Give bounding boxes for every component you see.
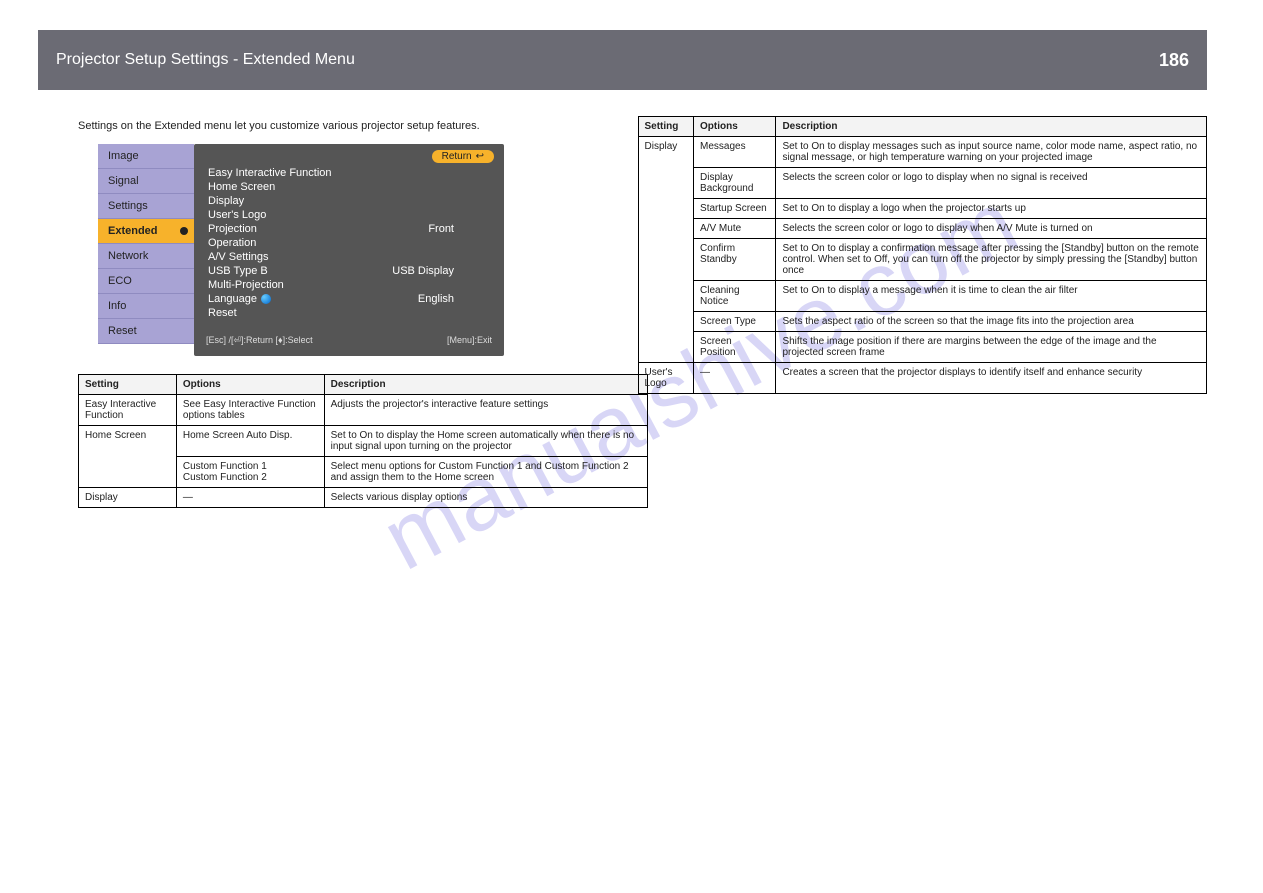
osd-tab-info[interactable]: Info: [98, 294, 194, 319]
cell-setting: Home Screen: [79, 426, 177, 488]
th-setting: Setting: [79, 375, 177, 395]
osd-tab-network[interactable]: Network: [98, 244, 194, 269]
cell-options: —: [176, 488, 324, 508]
th-setting: Setting: [638, 117, 694, 137]
table-row: Display — Selects various display option…: [79, 488, 648, 508]
cell-setting: Easy Interactive Function: [79, 395, 177, 426]
cell-options: —: [694, 363, 776, 394]
table-row: Startup Screen Set to On to display a lo…: [638, 199, 1207, 219]
settings-table-1: Setting Options Description Easy Interac…: [78, 374, 648, 508]
cell-options: See Easy Interactive Function options ta…: [176, 395, 324, 426]
osd-tab-extended[interactable]: Extended: [98, 219, 194, 244]
osd-item[interactable]: USB Type BUSB Display: [208, 264, 494, 278]
cell-desc: Selects various display options: [324, 488, 647, 508]
page-header: Projector Setup Settings - Extended Menu…: [38, 30, 1207, 90]
osd-item[interactable]: Multi-Projection: [208, 278, 494, 292]
osd-item[interactable]: LanguageEnglish: [208, 292, 494, 306]
osd-item[interactable]: A/V Settings: [208, 250, 494, 264]
cell-options: Screen Position: [694, 332, 776, 363]
table-row: Display Background Selects the screen co…: [638, 168, 1207, 199]
cell-options: Confirm Standby: [694, 239, 776, 281]
cell-desc: Adjusts the projector's interactive feat…: [324, 395, 647, 426]
osd-tab-reset[interactable]: Reset: [98, 319, 194, 344]
cell-setting: Display: [79, 488, 177, 508]
cell-setting: Display: [638, 137, 694, 363]
intro-text: Settings on the Extended menu let you cu…: [78, 120, 608, 132]
table-row: Screen Position Shifts the image positio…: [638, 332, 1207, 363]
cell-desc: Selects the screen color or logo to disp…: [776, 219, 1207, 239]
cell-desc: Shifts the image position if there are m…: [776, 332, 1207, 363]
cell-desc: Creates a screen that the projector disp…: [776, 363, 1207, 394]
cell-options: A/V Mute: [694, 219, 776, 239]
osd-tab-settings[interactable]: Settings: [98, 194, 194, 219]
table-row: A/V Mute Selects the screen color or log…: [638, 219, 1207, 239]
osd-hint-left: [Esc] /[⏎]:Return [♦]:Select: [206, 335, 313, 346]
cell-desc: Set to On to display messages such as in…: [776, 137, 1207, 168]
osd-tab-signal[interactable]: Signal: [98, 169, 194, 194]
cell-desc: Selects the screen color or logo to disp…: [776, 168, 1207, 199]
osd-item[interactable]: User's Logo: [208, 208, 494, 222]
cell-setting: User's Logo: [638, 363, 694, 394]
osd-figure: Image Signal Settings Extended Network E…: [98, 144, 608, 356]
osd-panel: Return Easy Interactive Function Home Sc…: [194, 144, 504, 356]
cell-options: Messages: [694, 137, 776, 168]
osd-item[interactable]: ProjectionFront: [208, 222, 494, 236]
osd-tab-eco[interactable]: ECO: [98, 269, 194, 294]
cell-options: Home Screen Auto Disp.: [176, 426, 324, 457]
osd-item[interactable]: Home Screen: [208, 180, 494, 194]
osd-item[interactable]: Display: [208, 194, 494, 208]
osd-tabs: Image Signal Settings Extended Network E…: [98, 144, 194, 356]
cell-desc: Set to On to display a logo when the pro…: [776, 199, 1207, 219]
th-options: Options: [176, 375, 324, 395]
globe-icon: [261, 294, 271, 304]
table-row: Screen Type Sets the aspect ratio of the…: [638, 312, 1207, 332]
cell-options: Cleaning Notice: [694, 281, 776, 312]
table-row: User's Logo — Creates a screen that the …: [638, 363, 1207, 394]
table-row: Display Messages Set to On to display me…: [638, 137, 1207, 168]
osd-list: Easy Interactive Function Home Screen Di…: [208, 166, 494, 320]
cell-options: Screen Type: [694, 312, 776, 332]
settings-table-2: Setting Options Description Display Mess…: [638, 116, 1208, 394]
osd-item[interactable]: Easy Interactive Function: [208, 166, 494, 180]
table-row: Home Screen Home Screen Auto Disp. Set t…: [79, 426, 648, 457]
table-row: Confirm Standby Set to On to display a c…: [638, 239, 1207, 281]
cell-options: Display Background: [694, 168, 776, 199]
th-description: Description: [324, 375, 647, 395]
table-row: Easy Interactive Function See Easy Inter…: [79, 395, 648, 426]
table-row: Cleaning Notice Set to On to display a m…: [638, 281, 1207, 312]
osd-hints: [Esc] /[⏎]:Return [♦]:Select [Menu]:Exit: [206, 335, 492, 346]
cell-options: Custom Function 1 Custom Function 2: [176, 457, 324, 488]
page-title: Projector Setup Settings - Extended Menu: [56, 51, 355, 69]
page-number: 186: [1159, 50, 1189, 71]
th-description: Description: [776, 117, 1207, 137]
cell-desc: Select menu options for Custom Function …: [324, 457, 647, 488]
cell-options: Startup Screen: [694, 199, 776, 219]
cell-desc: Set to On to display a confirmation mess…: [776, 239, 1207, 281]
osd-tab-image[interactable]: Image: [98, 144, 194, 169]
osd-item[interactable]: Reset: [208, 306, 494, 320]
osd-hint-right: [Menu]:Exit: [447, 335, 492, 346]
cell-desc: Sets the aspect ratio of the screen so t…: [776, 312, 1207, 332]
cell-desc: Set to On to display the Home screen aut…: [324, 426, 647, 457]
cell-desc: Set to On to display a message when it i…: [776, 281, 1207, 312]
osd-return-button[interactable]: Return: [432, 150, 494, 163]
th-options: Options: [694, 117, 776, 137]
osd-item[interactable]: Operation: [208, 236, 494, 250]
